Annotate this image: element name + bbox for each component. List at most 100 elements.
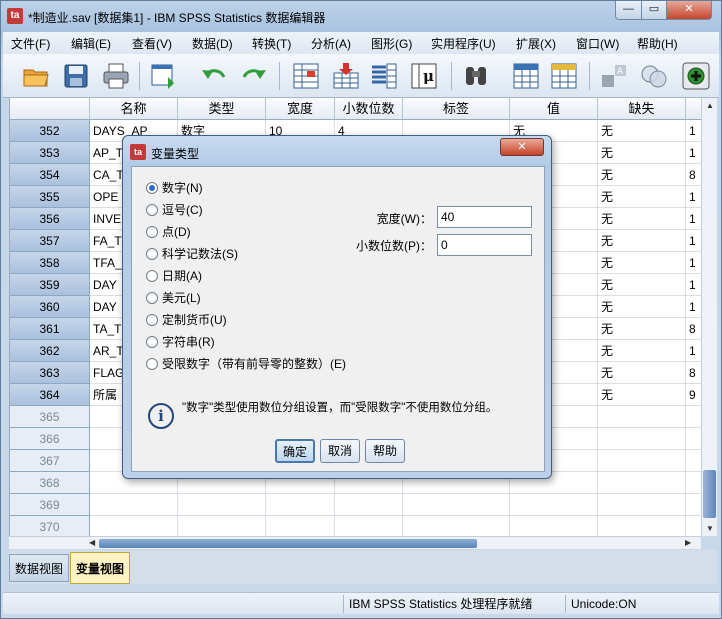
cell-type[interactable] [178, 516, 266, 536]
vertical-scrollbar[interactable]: ▲ ▼ [701, 98, 717, 536]
decimals-field[interactable] [437, 234, 532, 256]
cell-more[interactable]: 1 [686, 230, 701, 252]
value-labels-icon[interactable]: μ [409, 61, 439, 91]
cell-name[interactable] [90, 494, 178, 516]
cell-missing[interactable]: 无 [598, 186, 686, 208]
tab-data-view[interactable]: 数据视图 [9, 554, 69, 582]
cell-more[interactable]: 1 [686, 296, 701, 318]
cell-more[interactable] [686, 472, 701, 494]
row-header[interactable]: 353 [10, 142, 90, 164]
radio-scientific[interactable]: 科学记数法(S) [146, 245, 238, 263]
row-header[interactable]: 365 [10, 406, 90, 428]
radio-comma[interactable]: 逗号(C) [146, 201, 203, 219]
cell-more[interactable] [686, 494, 701, 516]
cell-decimals[interactable] [335, 516, 403, 536]
row-header[interactable]: 364 [10, 384, 90, 406]
cell-more[interactable]: 1 [686, 340, 701, 362]
column-header-width[interactable]: 宽度 [266, 98, 335, 120]
cell-missing[interactable] [598, 450, 686, 472]
row-header[interactable]: 357 [10, 230, 90, 252]
cell-decimals[interactable] [335, 494, 403, 516]
scroll-left-icon[interactable]: ◀ [89, 538, 95, 547]
cell-missing[interactable]: 无 [598, 142, 686, 164]
row-header[interactable]: 352 [10, 120, 90, 142]
radio-dot[interactable]: 点(D) [146, 223, 191, 241]
vertical-scroll-thumb[interactable] [703, 470, 716, 518]
menu-utilities[interactable]: 实用程序(U) [431, 35, 496, 52]
maximize-button[interactable]: ▭ [641, 1, 667, 20]
insert-cases-icon[interactable] [511, 61, 541, 91]
insert-variable-icon[interactable] [549, 61, 579, 91]
row-header[interactable]: 358 [10, 252, 90, 274]
close-icon[interactable]: ✕ [500, 138, 544, 156]
radio-dollar[interactable]: 美元(L) [146, 289, 201, 307]
radio-string[interactable]: 字符串(R) [146, 333, 215, 351]
help-button[interactable]: 帮助 [365, 439, 405, 463]
row-header[interactable]: 360 [10, 296, 90, 318]
row-header[interactable]: 363 [10, 362, 90, 384]
cell-missing[interactable]: 无 [598, 252, 686, 274]
cell-more[interactable]: 8 [686, 362, 701, 384]
menu-extensions[interactable]: 扩展(X) [516, 35, 556, 52]
save-icon[interactable] [61, 61, 91, 91]
radio-custom-currency[interactable]: 定制货币(U) [146, 311, 227, 329]
menu-file[interactable]: 文件(F) [11, 35, 50, 52]
radio-date[interactable]: 日期(A) [146, 267, 202, 285]
cell-more[interactable] [686, 516, 701, 536]
cell-more[interactable]: 9 [686, 384, 701, 406]
row-header[interactable]: 366 [10, 428, 90, 450]
column-header-missing[interactable]: 缺失 [598, 98, 686, 120]
column-header-decimals[interactable]: 小数位数 [335, 98, 403, 120]
undo-icon[interactable] [199, 61, 229, 91]
row-header[interactable]: 370 [10, 516, 90, 536]
cell-missing[interactable] [598, 494, 686, 516]
scroll-up-icon[interactable]: ▲ [706, 101, 714, 110]
print-icon[interactable] [101, 61, 131, 91]
cell-more[interactable] [686, 428, 701, 450]
cell-missing[interactable]: 无 [598, 164, 686, 186]
recall-dialog-icon[interactable] [149, 61, 179, 91]
radio-numeric[interactable]: 数字(N) [146, 179, 203, 197]
close-window-button[interactable]: ✕ [666, 1, 712, 20]
ok-button[interactable]: 确定 [275, 439, 315, 463]
cell-missing[interactable]: 无 [598, 384, 686, 406]
cell-more[interactable]: 1 [686, 208, 701, 230]
cell-missing[interactable]: 无 [598, 296, 686, 318]
goto-case-icon[interactable] [291, 61, 321, 91]
width-field[interactable] [437, 206, 532, 228]
column-header-name[interactable]: 名称 [90, 98, 178, 120]
find-icon[interactable] [461, 61, 491, 91]
horizontal-scroll-thumb[interactable] [99, 539, 477, 548]
cell-label[interactable] [403, 516, 510, 536]
cell-missing[interactable] [598, 406, 686, 428]
cell-missing[interactable] [598, 428, 686, 450]
cell-more[interactable]: 1 [686, 274, 701, 296]
row-header[interactable]: 354 [10, 164, 90, 186]
cell-missing[interactable]: 无 [598, 274, 686, 296]
horizontal-scrollbar[interactable]: ◀ ▶ [9, 536, 701, 549]
cell-more[interactable]: 8 [686, 164, 701, 186]
split-file-icon[interactable]: A [599, 61, 629, 91]
cell-missing[interactable]: 无 [598, 208, 686, 230]
cell-more[interactable] [686, 406, 701, 428]
menu-analyze[interactable]: 分析(A) [311, 35, 351, 52]
column-header-values[interactable]: 值 [510, 98, 598, 120]
open-folder-icon[interactable] [21, 61, 51, 91]
minimize-button[interactable]: — [615, 1, 642, 20]
row-header[interactable]: 359 [10, 274, 90, 296]
row-header[interactable]: 361 [10, 318, 90, 340]
cell-width[interactable] [266, 516, 335, 536]
column-header-type[interactable]: 类型 [178, 98, 266, 120]
menu-view[interactable]: 查看(V) [132, 35, 172, 52]
row-header[interactable]: 356 [10, 208, 90, 230]
goto-variable-icon[interactable] [331, 61, 361, 91]
cell-more[interactable]: 1 [686, 252, 701, 274]
redo-icon[interactable] [239, 61, 269, 91]
add-icon[interactable] [681, 61, 711, 91]
radio-restricted-numeric[interactable]: 受限数字（带有前导零的整数）(E) [146, 355, 346, 373]
cell-missing[interactable] [598, 472, 686, 494]
tab-variable-view[interactable]: 变量视图 [70, 552, 130, 584]
menu-transform[interactable]: 转换(T) [252, 35, 291, 52]
cell-more[interactable] [686, 450, 701, 472]
scroll-right-icon[interactable]: ▶ [685, 538, 691, 547]
